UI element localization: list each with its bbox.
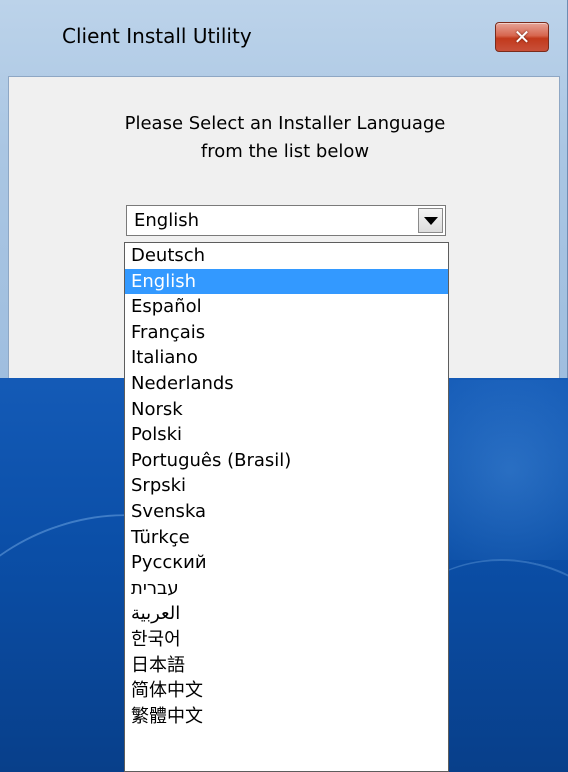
list-item-polski[interactable]: Polski (125, 422, 448, 448)
list-item-english[interactable]: English (125, 268, 448, 295)
list-item-hebrew[interactable]: עברית (125, 576, 448, 602)
close-icon: ✕ (513, 25, 531, 49)
chevron-down-icon (424, 217, 438, 225)
list-item-simplified-chinese[interactable]: 简体中文 (125, 678, 448, 704)
list-item-espanol[interactable]: Español (125, 294, 448, 320)
list-item-svenska[interactable]: Svenska (125, 499, 448, 525)
combobox-selected-value: English (134, 210, 199, 231)
list-item-deutsch[interactable]: Deutsch (125, 243, 448, 269)
dropdown-button[interactable] (418, 208, 443, 233)
instruction-line-1: Please Select an Installer Language (124, 113, 446, 134)
list-item-norsk[interactable]: Norsk (125, 397, 448, 423)
instruction-text: Please Select an Installer Language from… (9, 110, 561, 166)
list-item-francais[interactable]: Français (125, 320, 448, 346)
language-combobox[interactable]: English (126, 205, 446, 236)
list-item-arabic[interactable]: العربية (125, 601, 448, 627)
list-item-turkce[interactable]: Türkçe (125, 525, 448, 551)
list-item-nederlands[interactable]: Nederlands (125, 371, 448, 397)
window-title: Client Install Utility (62, 24, 252, 48)
list-item-portugues-brasil[interactable]: Português (Brasil) (125, 448, 448, 474)
list-item-traditional-chinese[interactable]: 繁體中文 (125, 704, 448, 730)
close-button[interactable]: ✕ (495, 22, 549, 52)
list-item-japanese[interactable]: 日本語 (125, 653, 448, 679)
language-dropdown-list[interactable]: Deutsch English Español Français Italian… (124, 242, 449, 772)
title-bar[interactable]: Client Install Utility ✕ (0, 0, 568, 76)
list-item-korean[interactable]: 한국어 (125, 627, 448, 653)
instruction-line-2: from the list below (200, 141, 370, 162)
list-item-russian[interactable]: Русский (125, 550, 448, 576)
list-item-italiano[interactable]: Italiano (125, 345, 448, 371)
list-item-srpski[interactable]: Srpski (125, 473, 448, 499)
